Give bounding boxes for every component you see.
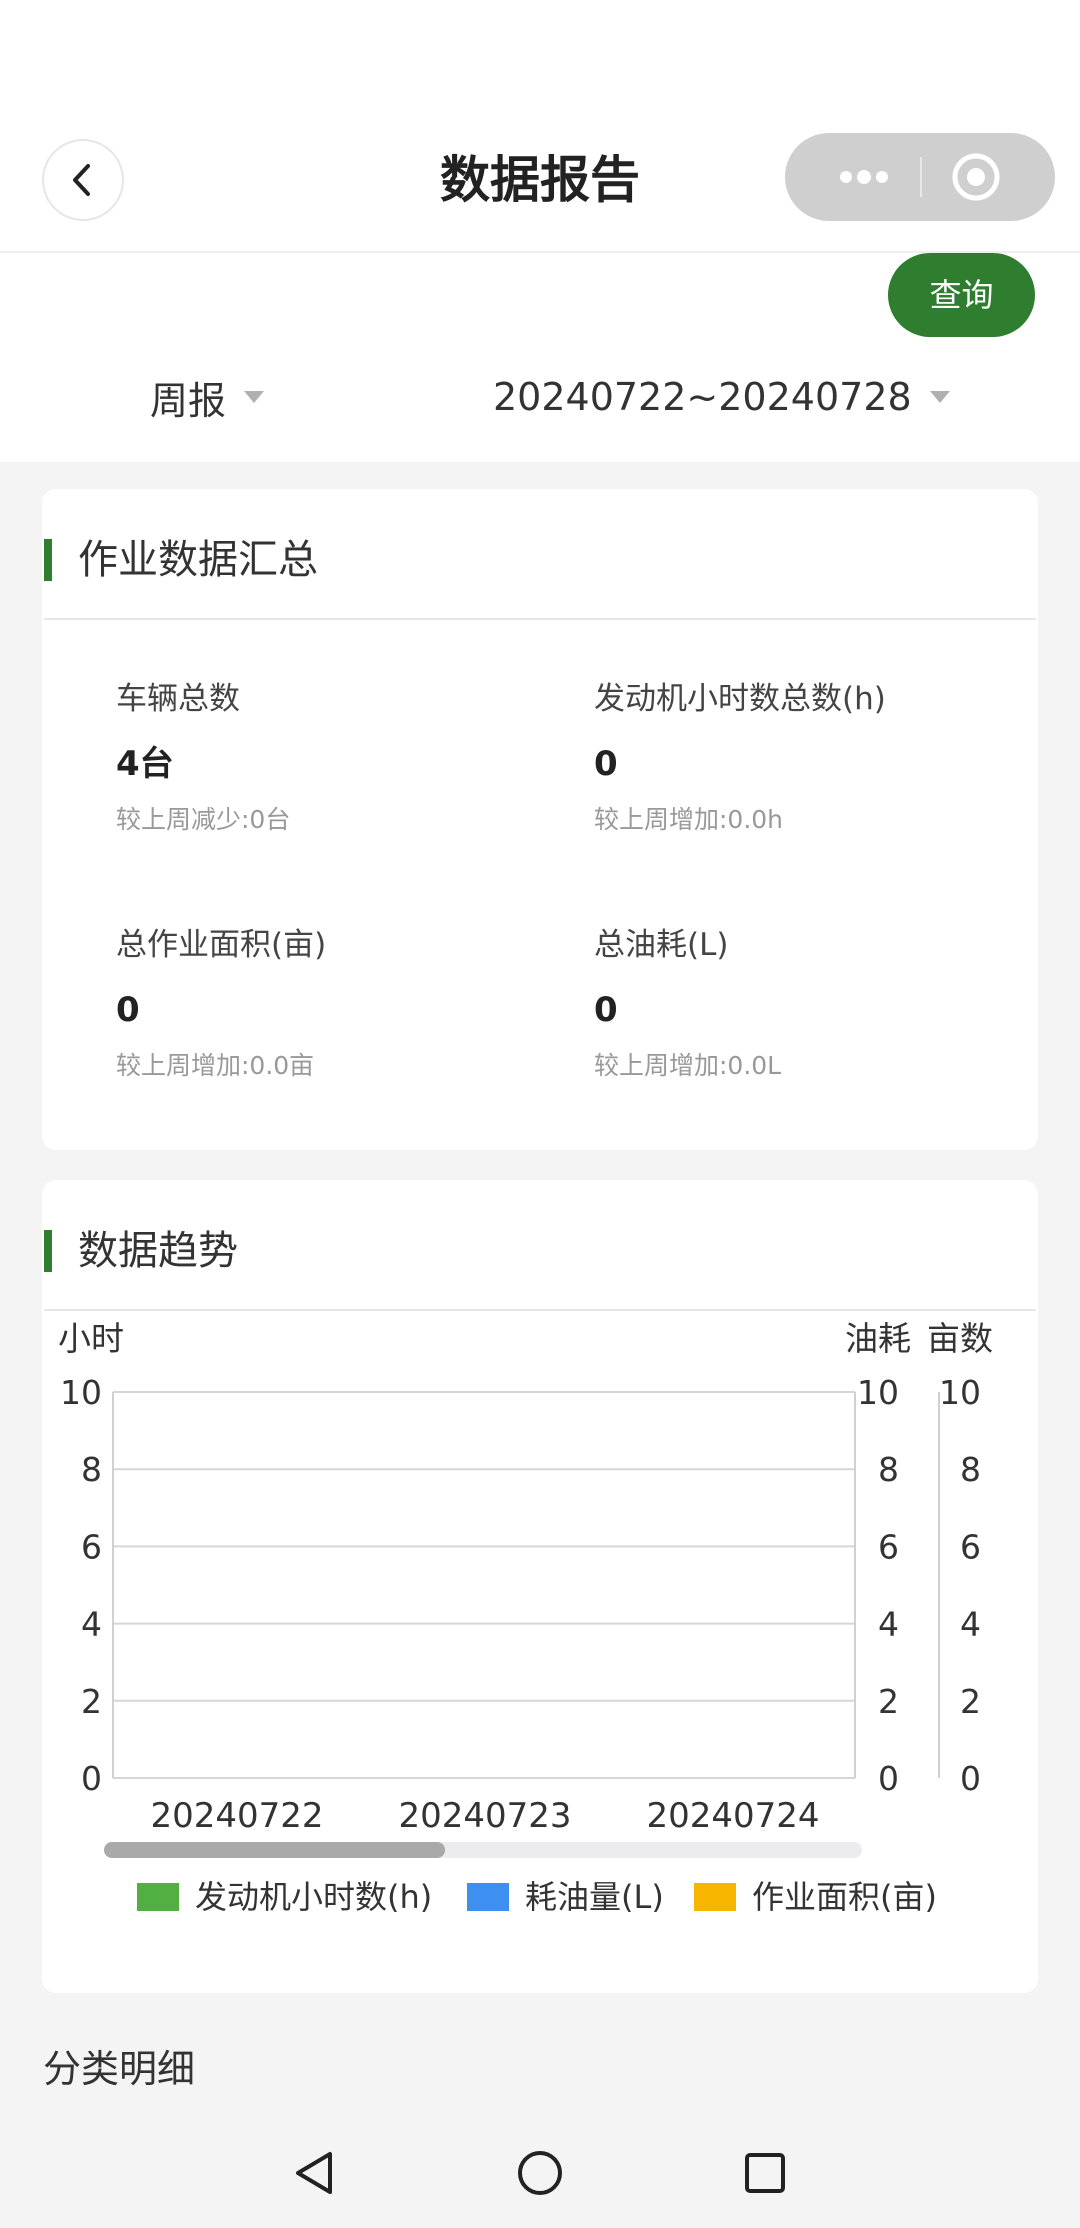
capsule-divider	[920, 157, 922, 197]
card-divider	[44, 618, 1036, 620]
summary-card-title: 作业数据汇总	[42, 537, 318, 583]
metric-label: 总作业面积(亩)	[116, 927, 327, 963]
metric-value: 4台	[116, 744, 174, 784]
y-tick-label-area: 10	[939, 1373, 981, 1412]
y-tick-label-left: 10	[60, 1373, 102, 1412]
more-button[interactable]	[819, 157, 909, 197]
metric-value: 0	[594, 990, 618, 1030]
left-axis-title: 小时	[58, 1319, 124, 1358]
metric-delta: 较上周减少:0台	[116, 805, 291, 834]
period-value: 周报	[150, 378, 227, 423]
trend-card: 数据趋势 小时 油耗 亩数 0 0 0 2 2 2 4 4 4 6 6 6 8 8 8 10 10 10 20240722…	[42, 1180, 1038, 1993]
scroll-thumb	[104, 1842, 446, 1858]
legend-label-2: 作业面积(亩)	[752, 1878, 937, 1916]
y-tick-label-fuel: 6	[878, 1527, 899, 1566]
close-mini-program-button[interactable]	[951, 152, 1001, 202]
metric-delta: 较上周增加:0.0L	[594, 1051, 782, 1080]
legend-label-1: 耗油量(L)	[525, 1878, 664, 1916]
metric-label: 总油耗(L)	[594, 927, 729, 963]
caret-down-icon	[244, 391, 265, 403]
legend-swatch-1	[467, 1883, 509, 1911]
title-accent-bar	[44, 539, 52, 581]
legend-swatch-2	[694, 1883, 736, 1911]
page-title: 数据报告	[440, 151, 640, 209]
x-tick-label: 20240723	[398, 1796, 571, 1836]
y-tick-label-fuel: 0	[878, 1759, 899, 1798]
y-tick-label-area: 4	[960, 1605, 981, 1644]
metric-delta: 较上周增加:0.0亩	[116, 1051, 315, 1080]
y-tick-label-fuel: 10	[857, 1373, 899, 1412]
y-tick-label-left: 0	[81, 1759, 102, 1798]
trend-chart[interactable]: 小时 油耗 亩数 0 0 0 2 2 2 4 4 4 6 6 6 8 8 8 10 10 10 20240722 20240…	[42, 1180, 1038, 1993]
y-tick-label-fuel: 2	[878, 1682, 899, 1721]
back-button[interactable]	[42, 139, 124, 221]
y-tick-label-left: 8	[81, 1450, 102, 1489]
summary-title-text: 作业数据汇总	[78, 537, 318, 583]
metric-vehicle-count: 车辆总数 4台 较上周减少:0台	[116, 679, 536, 837]
date-range-select[interactable]: 20240722~20240728	[493, 372, 950, 422]
y-tick-label-left: 2	[81, 1682, 102, 1721]
x-tick-label: 20240722	[150, 1796, 323, 1836]
query-button[interactable]: 查询	[888, 253, 1035, 337]
triangle-back-icon	[296, 2152, 332, 2194]
metric-label: 发动机小时数总数(h)	[594, 681, 886, 717]
y-tick-label-left: 6	[81, 1527, 102, 1566]
metric-value: 0	[594, 744, 618, 784]
metric-delta: 较上周增加:0.0h	[594, 805, 784, 834]
summary-card: 作业数据汇总 车辆总数 4台 较上周减少:0台 发动机小时数总数(h) 0 较上…	[42, 489, 1038, 1150]
metric-label: 车辆总数	[116, 681, 240, 717]
y-tick-label-area: 8	[960, 1450, 981, 1489]
target-icon	[952, 153, 1000, 201]
nav-home-button[interactable]	[505, 2138, 575, 2208]
date-range-value: 20240722~20240728	[493, 375, 912, 419]
nav-recent-button[interactable]	[730, 2138, 800, 2208]
legend-swatch-0	[137, 1883, 179, 1911]
legend-label-0: 发动机小时数(h)	[195, 1878, 432, 1916]
metric-fuel-consumption: 总油耗(L) 0 较上周增加:0.0L	[594, 925, 1014, 1083]
metric-value: 0	[116, 990, 140, 1030]
system-nav-bar	[0, 2118, 1080, 2228]
metric-engine-hours: 发动机小时数总数(h) 0 较上周增加:0.0h	[594, 679, 1014, 837]
circle-home-icon	[518, 2151, 562, 2195]
more-dots-icon	[840, 170, 888, 184]
x-tick-label: 20240724	[646, 1796, 819, 1836]
right-axis-title-area: 亩数	[927, 1319, 993, 1358]
y-tick-label-fuel: 4	[878, 1605, 899, 1644]
square-recent-icon	[745, 2153, 785, 2193]
mini-program-capsule	[785, 133, 1055, 221]
category-details-heading: 分类明细	[43, 2047, 196, 2091]
period-select[interactable]: 周报	[150, 372, 265, 423]
y-tick-label-area: 2	[960, 1682, 981, 1721]
metric-work-area: 总作业面积(亩) 0 较上周增加:0.0亩	[116, 925, 536, 1083]
chevron-left-icon	[73, 164, 90, 196]
y-tick-label-fuel: 8	[878, 1450, 899, 1489]
y-tick-label-left: 4	[81, 1605, 102, 1644]
header-divider	[0, 251, 1080, 253]
y-tick-label-area: 6	[960, 1527, 981, 1566]
y-tick-label-area: 0	[960, 1759, 981, 1798]
nav-back-button[interactable]	[280, 2138, 350, 2208]
caret-down-icon	[929, 391, 950, 403]
right-axis-title-fuel: 油耗	[845, 1319, 911, 1358]
